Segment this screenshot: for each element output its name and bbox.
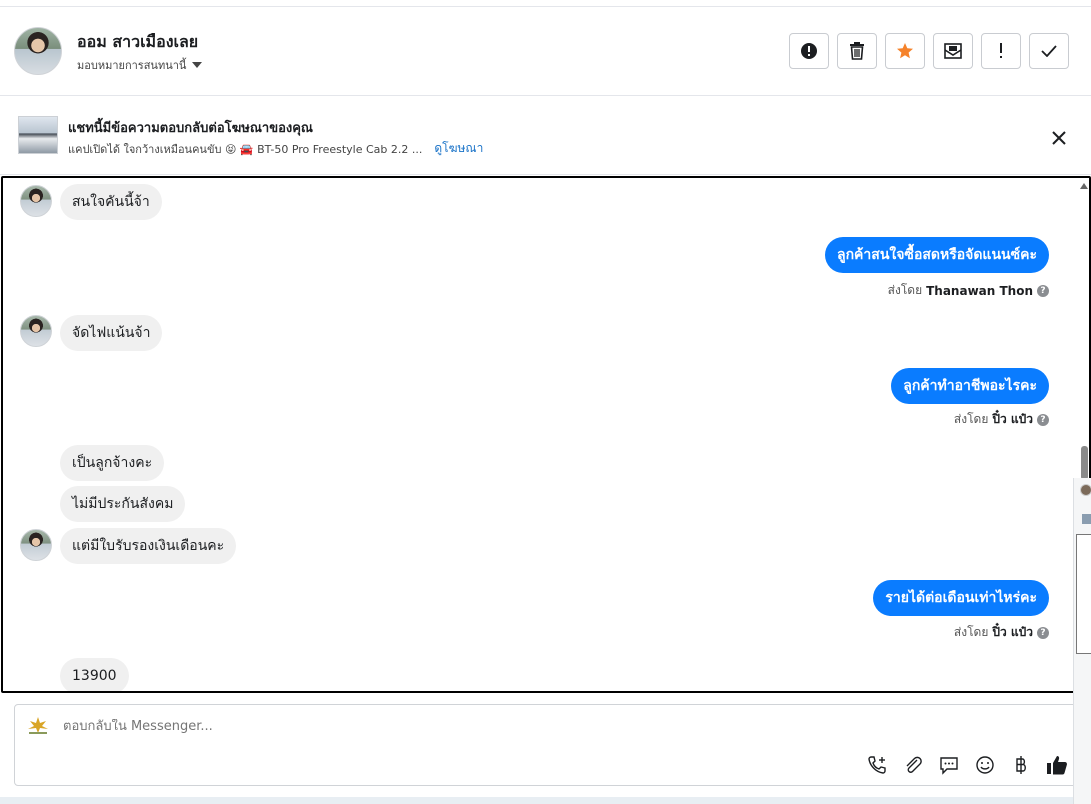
message-thread[interactable]: สนใจคันนี้จ้า ลูกค้าสนใจซื้อสดหรือจัดแนน… [1, 176, 1091, 693]
contact-avatar-small[interactable] [20, 529, 52, 561]
emoji-icon [976, 756, 994, 774]
ad-thumbnail[interactable] [18, 116, 58, 154]
thumbs-up-icon [1047, 756, 1067, 775]
add-call-icon [868, 756, 886, 774]
attach-file-button[interactable] [901, 753, 925, 777]
help-icon[interactable]: ? [1037, 413, 1049, 426]
incoming-message[interactable]: สนใจคันนี้จ้า [60, 184, 162, 220]
sent-by-line: ส่งโดย Thanawan Thon ? [888, 281, 1049, 300]
like-button[interactable] [1045, 753, 1069, 777]
sent-by-label: ส่งโดย [887, 283, 923, 297]
payment-button[interactable] [1009, 753, 1033, 777]
incoming-message[interactable]: เป็นลูกจ้างคะ [60, 445, 165, 481]
follow-up-button[interactable] [981, 33, 1021, 69]
sent-by-line: ส่งโดย ปิ๋ว แป๋ว ? [954, 410, 1049, 429]
sent-by-label: ส่งโดย [953, 625, 989, 639]
attachment-icon [906, 756, 922, 773]
contact-avatar-small[interactable] [20, 315, 52, 347]
star-button[interactable] [885, 33, 925, 69]
contact-avatar[interactable] [14, 27, 62, 75]
mark-done-button[interactable] [1029, 33, 1069, 69]
ad-banner-subtitle: แคปเปิดได้ ใจกว้างเหมือนคนขับ 😝 🚘 BT-50 … [68, 142, 423, 156]
contact-name[interactable]: ออม สาวเมืองเลย [77, 30, 198, 55]
reply-input[interactable] [63, 719, 763, 734]
add-call-button[interactable] [865, 753, 889, 777]
star-icon [897, 43, 913, 59]
ad-banner-subtitle-row: แคปเปิดได้ ใจกว้างเหมือนคนขับ 😝 🚘 BT-50 … [68, 139, 483, 158]
side-thumbnail[interactable] [1082, 514, 1091, 524]
incoming-message[interactable]: ไม่มีประกันสังคม [60, 486, 186, 522]
help-icon[interactable]: ? [1037, 284, 1049, 297]
incoming-message[interactable]: จัดไฟแน้นจ้า [60, 315, 163, 351]
mark-unread-icon [944, 43, 962, 59]
inbox-conversation-view: ออม สาวเมืองเลย มอบหมายการสนทนานี้ แชทนี… [0, 0, 1091, 804]
mark-spam-button[interactable] [789, 33, 829, 69]
caret-down-icon [192, 62, 203, 68]
scroll-thumb[interactable] [1081, 446, 1088, 480]
saved-reply-button[interactable] [937, 753, 961, 777]
emoji-button[interactable] [973, 753, 997, 777]
contact-avatar-small[interactable] [20, 185, 52, 217]
alert-circle-icon [801, 43, 817, 59]
page-logo-icon [28, 717, 48, 734]
assign-label: มอบหมายการสนทนานี้ [77, 59, 187, 72]
baht-payment-icon [1016, 756, 1026, 774]
footer-strip [0, 797, 1073, 804]
incoming-message[interactable]: 13900 [60, 658, 129, 691]
conversation-header: ออม สาวเมืองเลย มอบหมายการสนทนานี้ [0, 6, 1091, 96]
outgoing-message[interactable]: รายได้ต่อเดือนเท่าไหร่คะ [873, 580, 1049, 616]
header-actions [789, 33, 1069, 69]
side-panel-fragment [1073, 478, 1091, 804]
side-avatar[interactable] [1080, 484, 1091, 496]
trash-icon [850, 42, 864, 60]
reply-composer [14, 704, 1078, 786]
check-icon [1041, 45, 1057, 57]
incoming-message[interactable]: แต่มีใบรับรองเงินเดือนคะ [60, 528, 237, 564]
scroll-up-arrow-icon[interactable] [1080, 183, 1088, 189]
sent-by-label: ส่งโดย [953, 412, 989, 426]
sender-name: ปิ๋ว แป๋ว [992, 412, 1033, 426]
delete-button[interactable] [837, 33, 877, 69]
sent-by-line: ส่งโดย ปิ๋ว แป๋ว ? [954, 623, 1049, 642]
ad-banner-title: แชทนี้มีข้อความตอบกลับต่อโฆษณาของคุณ [68, 121, 313, 136]
saved-reply-icon [940, 757, 958, 775]
mark-unread-button[interactable] [933, 33, 973, 69]
exclamation-icon [1000, 43, 1002, 58]
sender-name: Thanawan Thon [926, 283, 1033, 298]
view-ad-link[interactable]: ดูโฆษณา [434, 139, 483, 158]
help-icon[interactable]: ? [1037, 626, 1049, 639]
close-icon[interactable] [1049, 128, 1069, 148]
side-panel-box [1076, 534, 1091, 654]
ad-reply-banner: แชทนี้มีข้อความตอบกลับต่อโฆษณาของคุณ แคป… [0, 97, 1091, 175]
outgoing-message[interactable]: ลูกค้าทำอาชีพอะไรคะ [891, 368, 1049, 404]
outgoing-message[interactable]: ลูกค้าสนใจซื้อสดหรือจัดแนนซ์คะ [825, 237, 1049, 273]
assign-conversation-dropdown[interactable]: มอบหมายการสนทนานี้ [77, 56, 203, 74]
sender-name: ปิ๋ว แป๋ว [992, 625, 1033, 639]
composer-tools [865, 753, 1069, 777]
